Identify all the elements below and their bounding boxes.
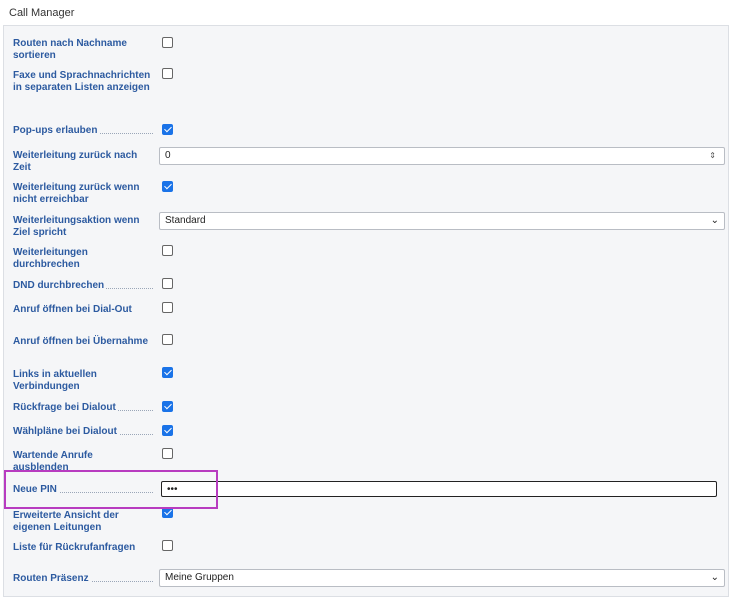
weiterleitung-zeit-input[interactable]: 0 ⇕ (159, 147, 725, 165)
call-manager-settings-panel: Routen nach Nachname sortieren Faxe und … (3, 25, 729, 597)
setting-label: Weiterleitung zurück wenn nicht erreichb… (13, 182, 140, 205)
neue-pin-input[interactable]: ••• (161, 481, 717, 497)
weiterleitung-zeit-value: 0 (165, 150, 171, 161)
setting-label: Weiterleitungsaktion wenn Ziel spricht (13, 215, 140, 238)
setting-label: Routen Präsenz (13, 573, 153, 585)
setting-label: Faxe und Sprachnachrichten in separaten … (13, 70, 152, 93)
highlight-box (4, 470, 218, 509)
weiterleitung-nicht-erreichbar-checkbox[interactable] (162, 181, 173, 192)
anruf-uebernahme-checkbox[interactable] (162, 334, 173, 345)
setting-label: Links in aktuellen Verbindungen (13, 369, 97, 392)
setting-label: Anruf öffnen bei Übernahme (13, 336, 151, 347)
setting-label: Weiterleitungen durchbrechen (13, 247, 88, 270)
chevron-down-icon: ⌄ (710, 572, 719, 583)
weiterleitungen-durchbrechen-checkbox[interactable] (162, 245, 173, 256)
panel-title: Call Manager (9, 7, 75, 19)
setting-label: DND durchbrechen (13, 280, 153, 292)
weiterleitungsaktion-select[interactable]: Standard ⌄ (159, 212, 725, 230)
setting-label: Wählpläne bei Dialout (13, 426, 153, 438)
weiterleitungsaktion-value: Standard (165, 215, 206, 226)
rueckfrage-dialout-checkbox[interactable] (162, 401, 173, 412)
routen-sortieren-checkbox[interactable] (162, 37, 173, 48)
setting-label: Pop-ups erlauben (13, 125, 153, 137)
spinner-icon[interactable]: ⇕ (709, 148, 716, 164)
dnd-durchbrechen-checkbox[interactable] (162, 278, 173, 289)
rueckrufanfragen-checkbox[interactable] (162, 540, 173, 551)
setting-label: Erweiterte Ansicht der eigenen Leitungen (13, 510, 119, 533)
setting-label: Anruf öffnen bei Dial-Out (13, 304, 134, 315)
setting-label: Liste für Rückrufanfragen (13, 542, 138, 553)
popups-checkbox[interactable] (162, 124, 173, 135)
routen-praesenz-select[interactable]: Meine Gruppen ⌄ (159, 569, 725, 587)
routen-praesenz-value: Meine Gruppen (165, 572, 234, 583)
waehlplaene-dialout-checkbox[interactable] (162, 425, 173, 436)
faxe-separat-checkbox[interactable] (162, 68, 173, 79)
anruf-dialout-checkbox[interactable] (162, 302, 173, 313)
wartende-anrufe-checkbox[interactable] (162, 448, 173, 459)
links-verbindungen-checkbox[interactable] (162, 367, 173, 378)
setting-label: Routen nach Nachname sortieren (13, 38, 127, 61)
setting-label: Weiterleitung zurück nach Zeit (13, 150, 138, 173)
chevron-down-icon: ⌄ (710, 215, 719, 226)
setting-label: Rückfrage bei Dialout (13, 402, 153, 414)
